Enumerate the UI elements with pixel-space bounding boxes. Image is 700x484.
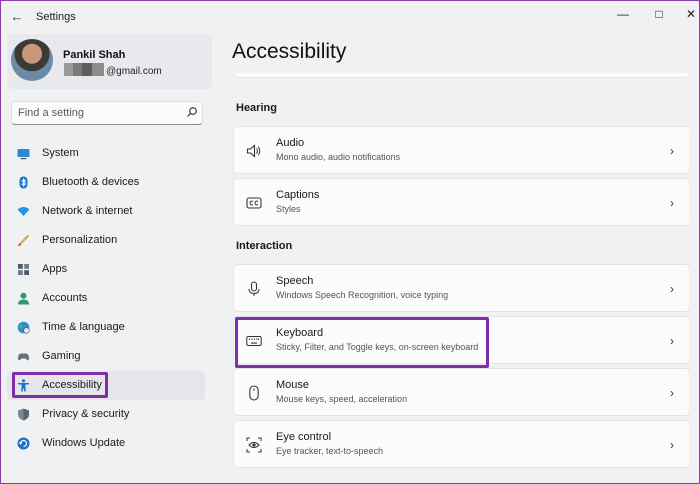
sidebar-item-gaming[interactable]: Gaming: [7, 342, 205, 371]
sidebar-item-accounts[interactable]: Accounts: [7, 284, 205, 313]
apps-grid-icon: [18, 264, 29, 275]
sidebar-item-label: Gaming: [42, 350, 81, 362]
sidebar-item-apps[interactable]: Apps: [7, 255, 205, 284]
card-title: Mouse: [276, 379, 310, 391]
sidebar-item-privacy-security[interactable]: Privacy & security: [7, 400, 205, 429]
sidebar-item-bluetooth[interactable]: Bluetooth & devices: [7, 168, 205, 197]
section-title-hearing: Hearing: [236, 102, 277, 114]
card-captions[interactable]: Captions Styles ›: [233, 178, 689, 226]
sidebar-item-windows-update[interactable]: Windows Update: [7, 429, 205, 458]
user-profile[interactable]: Pankil Shah @gmail.com: [7, 34, 212, 89]
email-redaction: [64, 63, 104, 76]
search-input[interactable]: [18, 105, 178, 121]
profile-email-text: @gmail.com: [106, 66, 162, 77]
chevron-right-icon: ›: [670, 334, 674, 348]
card-title: Audio: [276, 137, 305, 149]
card-speech[interactable]: Speech Windows Speech Recognition, voice…: [233, 264, 689, 312]
bluetooth-icon: [19, 176, 28, 189]
profile-email: @gmail.com: [64, 63, 162, 77]
close-button[interactable]: ✕: [681, 4, 700, 24]
sidebar-item-label: Windows Update: [42, 437, 126, 449]
sidebar-item-label: System: [42, 147, 79, 159]
speaker-icon: [246, 144, 261, 158]
search-icon[interactable]: [186, 106, 198, 118]
chevron-right-icon: ›: [670, 386, 674, 400]
card-eye-control[interactable]: Eye control Eye tracker, text-to-speech …: [233, 420, 689, 468]
sidebar-item-time-language[interactable]: Time & language: [7, 313, 205, 342]
chevron-right-icon: ›: [670, 144, 674, 158]
keyboard-highlight-box: [235, 317, 489, 368]
accessibility-highlight-box: [12, 372, 108, 398]
card-title: Eye control: [276, 431, 332, 443]
person-icon: [18, 292, 29, 305]
brush-icon: [18, 234, 30, 247]
monitor-icon: [17, 149, 30, 160]
sidebar-item-label: Network & internet: [42, 205, 133, 217]
mouse-icon: [249, 385, 259, 401]
gamepad-icon: [18, 353, 29, 361]
sidebar-item-label: Privacy & security: [42, 408, 130, 420]
update-icon: [17, 437, 30, 450]
minimize-button[interactable]: —: [613, 4, 633, 24]
card-subtitle: Mouse keys, speed, acceleration: [276, 394, 408, 404]
sidebar-item-system[interactable]: System: [7, 139, 205, 168]
card-title: Captions: [276, 189, 320, 201]
card-title: Speech: [276, 275, 314, 287]
page-title: Accessibility: [232, 40, 347, 63]
settings-window: ← Settings — □ ✕ Pankil Shah @gmail.com …: [0, 0, 700, 484]
avatar: [11, 39, 53, 81]
card-subtitle: Styles: [276, 204, 301, 214]
eye-control-icon: [246, 437, 262, 453]
sidebar-item-label: Personalization: [42, 234, 118, 246]
app-title: Settings: [36, 11, 76, 23]
sidebar-item-personalization[interactable]: Personalization: [7, 226, 205, 255]
search-box[interactable]: [11, 101, 203, 125]
sidebar-item-label: Bluetooth & devices: [42, 176, 140, 188]
chevron-right-icon: ›: [670, 282, 674, 296]
back-button[interactable]: ←: [10, 10, 24, 24]
main-content: Hearing Audio Mono audio, audio notifica…: [233, 73, 689, 483]
card-subtitle: Windows Speech Recognition, voice typing: [276, 290, 449, 300]
section-title-interaction: Interaction: [236, 240, 293, 252]
sidebar-item-label: Accounts: [42, 292, 88, 304]
card-audio[interactable]: Audio Mono audio, audio notifications ›: [233, 126, 689, 174]
card-mouse[interactable]: Mouse Mouse keys, speed, acceleration ›: [233, 368, 689, 416]
title-bar: ← Settings — □ ✕: [1, 1, 699, 33]
microphone-icon: [248, 281, 260, 296]
shield-icon: [18, 408, 29, 421]
card-subtitle: Eye tracker, text-to-speech: [276, 446, 384, 456]
partial-card: [233, 73, 689, 78]
chevron-right-icon: ›: [670, 196, 674, 210]
globe-clock-icon: [17, 321, 30, 334]
sidebar-item-label: Apps: [42, 263, 68, 275]
sidebar-item-network[interactable]: Network & internet: [7, 197, 205, 226]
card-subtitle: Mono audio, audio notifications: [276, 152, 401, 162]
sidebar-nav: System Bluetooth & devices Network & int…: [7, 139, 207, 458]
chevron-right-icon: ›: [670, 438, 674, 452]
maximize-button[interactable]: □: [649, 4, 669, 24]
cc-icon: [246, 197, 262, 209]
wifi-icon: [17, 207, 30, 216]
sidebar-item-label: Time & language: [42, 321, 125, 333]
profile-name: Pankil Shah: [63, 49, 126, 61]
